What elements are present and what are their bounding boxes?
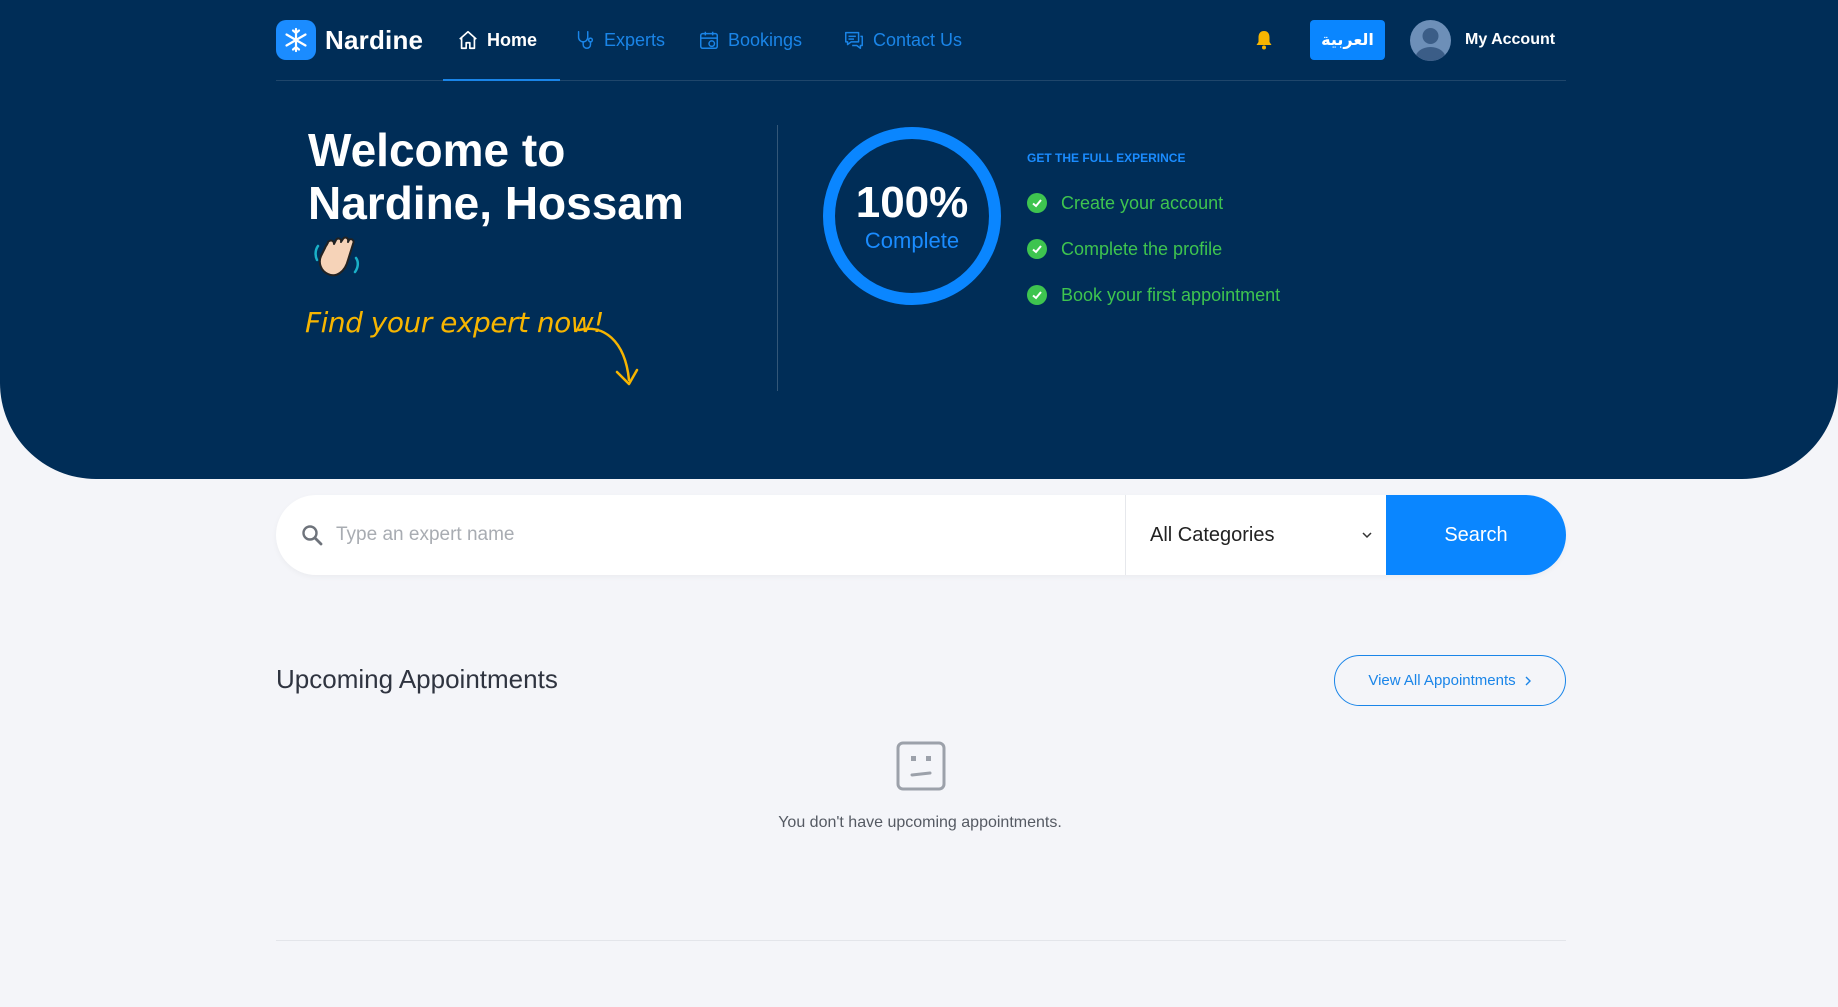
nav-experts-label: Experts	[604, 29, 666, 50]
view-all-appointments-button[interactable]: View All Appointments	[1334, 655, 1566, 706]
bell-icon[interactable]	[1252, 28, 1276, 52]
chevron-down-icon	[1362, 532, 1372, 539]
my-account-menu[interactable]: My Account	[1410, 19, 1555, 61]
find-expert-cta: Find your expert now!	[305, 306, 604, 339]
nav-contact-label: Contact Us	[873, 29, 963, 50]
calendar-icon	[700, 31, 718, 49]
nav-home[interactable]: Home	[457, 28, 537, 52]
category-selected: All Categories	[1150, 523, 1275, 546]
step-complete-profile: Complete the profile	[1027, 236, 1280, 262]
chevron-right-icon	[1525, 676, 1531, 685]
chat-icon	[845, 31, 863, 49]
active-tab-indicator	[443, 79, 560, 81]
nav-bookings-label: Bookings	[728, 29, 803, 50]
top-navigation: Nardine Home Experts Bookings Contact Us…	[276, 0, 1566, 81]
progress-status: Complete	[864, 228, 960, 253]
snowflake-logo-icon	[276, 20, 316, 60]
section-title: Upcoming Appointments	[276, 664, 558, 694]
check-circle-icon	[1027, 193, 1047, 213]
curved-arrow-icon	[577, 327, 639, 386]
step-label: Complete the profile	[1061, 238, 1223, 259]
step-label: Create your account	[1061, 192, 1224, 213]
search-button[interactable]: Search	[1386, 495, 1566, 575]
category-select[interactable]: All Categories	[1126, 495, 1386, 575]
welcome-heading: Welcome to Nardine, Hossam	[308, 124, 728, 230]
experience-title: GET THE FULL EXPERINCE	[1027, 151, 1186, 165]
stethoscope-icon	[577, 31, 594, 49]
brand-name: Nardine	[325, 24, 424, 55]
progress-percent: 100%	[855, 178, 969, 227]
check-circle-icon	[1027, 239, 1047, 259]
language-switch-button[interactable]: العربية	[1310, 20, 1385, 60]
step-create-account: Create your account	[1027, 190, 1280, 216]
welcome-line-2: Nardine, Hossam	[308, 177, 684, 229]
step-book-appointment: Book your first appointment	[1027, 282, 1280, 308]
search-icon	[302, 525, 323, 546]
check-circle-icon	[1027, 285, 1047, 305]
search-input[interactable]	[336, 495, 1096, 575]
avatar	[1410, 19, 1451, 61]
nav-home-label: Home	[487, 29, 538, 50]
expert-search-bar: All Categories Search	[276, 495, 1566, 575]
my-account-label: My Account	[1465, 31, 1556, 48]
nav-contact-us[interactable]: Contact Us	[843, 28, 962, 52]
waving-hand-icon	[314, 236, 360, 277]
view-all-label: View All Appointments	[1368, 672, 1516, 689]
onboarding-steps: Create your account Complete the profile…	[1027, 190, 1280, 328]
section-divider	[276, 940, 1566, 941]
welcome-line-1: Welcome to	[308, 124, 566, 176]
sad-face-icon	[896, 741, 946, 791]
hero-divider	[777, 125, 778, 391]
search-field	[276, 495, 1126, 575]
step-label: Book your first appointment	[1061, 284, 1281, 305]
nav-experts[interactable]: Experts	[574, 28, 665, 52]
empty-state-message: You don't have upcoming appointments.	[778, 814, 1062, 831]
logo[interactable]: Nardine	[276, 20, 423, 60]
nav-bookings[interactable]: Bookings	[698, 28, 802, 52]
home-icon	[459, 30, 477, 50]
